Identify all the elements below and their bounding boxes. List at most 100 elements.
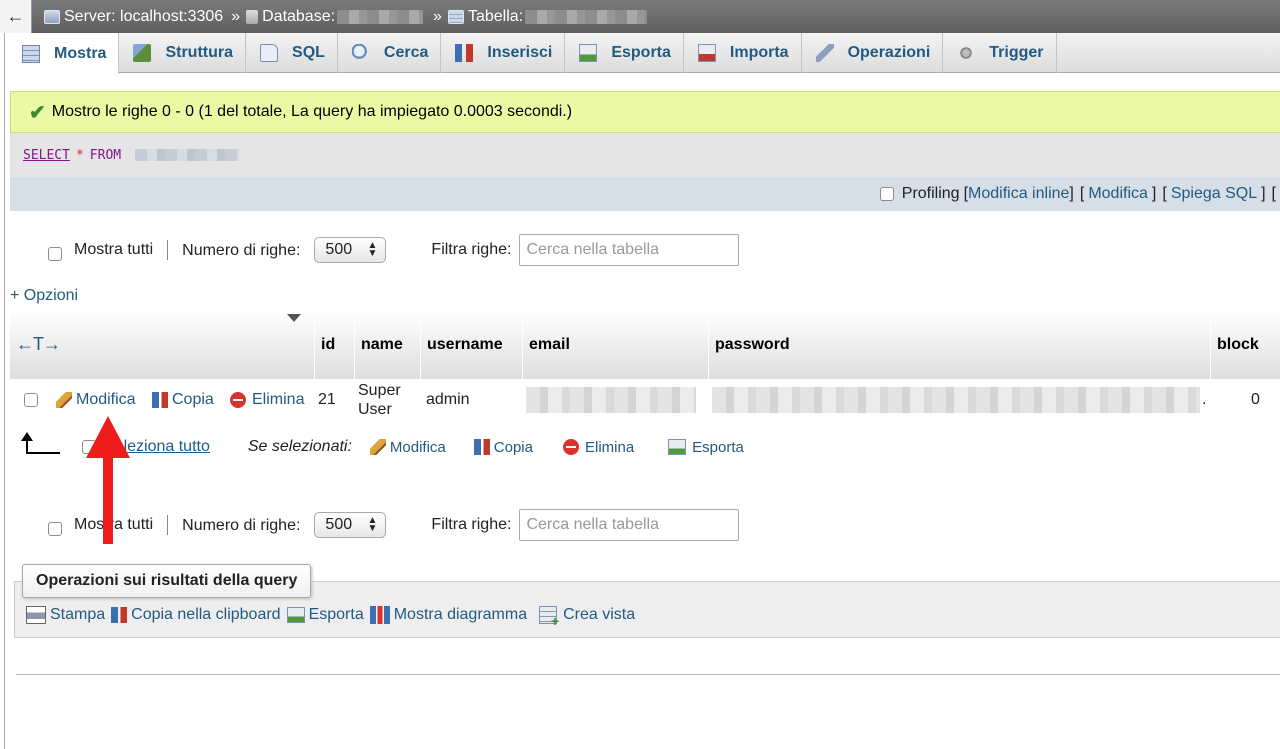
search-icon bbox=[351, 44, 370, 62]
rows-select[interactable]: 500 ▲ ▼ bbox=[314, 512, 387, 538]
export-label: Esporta bbox=[308, 606, 364, 623]
column-header-password[interactable]: password bbox=[708, 310, 1210, 380]
edit-query-link[interactable]: Modifica bbox=[1088, 185, 1148, 203]
cell-password[interactable] bbox=[712, 379, 1202, 421]
sql-keyword-select[interactable]: SELECT bbox=[23, 148, 70, 163]
page: ← Server: localhost:3306 » Database: » T… bbox=[0, 0, 1280, 749]
tab-label: Inserisci bbox=[487, 44, 553, 61]
bulk-delete-link[interactable]: Elimina bbox=[562, 439, 634, 456]
cell-username[interactable]: admin bbox=[426, 379, 470, 421]
database-icon bbox=[246, 9, 259, 24]
column-header-block[interactable]: block bbox=[1210, 310, 1280, 380]
sort-dropdown-icon[interactable] bbox=[287, 314, 301, 322]
bracket: ] bbox=[1151, 185, 1157, 202]
pencil-icon bbox=[369, 439, 386, 455]
tab-operazioni[interactable]: Operazioni bbox=[802, 33, 944, 73]
print-link[interactable]: Stampa bbox=[26, 606, 105, 624]
tab-struttura[interactable]: Struttura bbox=[119, 33, 247, 73]
profiling-checkbox[interactable] bbox=[879, 187, 894, 201]
navigation-row-bottom: Mostra tutti Numero di righe: 500 ▲ ▼ Filt… bbox=[48, 509, 740, 541]
options-link[interactable]: + Opzioni bbox=[10, 287, 78, 305]
row-delete-link[interactable]: Elimina bbox=[230, 379, 304, 421]
show-chart-link[interactable]: Mostra diagramma bbox=[369, 606, 527, 624]
success-message: ✔ Mostro le righe 0 - 0 (1 del totale, L… bbox=[10, 91, 1280, 133]
column-header-email[interactable]: email bbox=[522, 310, 708, 380]
column-header-username[interactable]: username bbox=[420, 310, 522, 380]
tab-importa[interactable]: Importa bbox=[684, 33, 802, 73]
tab-esporta[interactable]: Esporta bbox=[565, 33, 684, 73]
row-copy-link[interactable]: Copia bbox=[152, 379, 214, 421]
column-header-id[interactable]: id bbox=[314, 310, 354, 380]
profiling-bar: Profiling [Modifica inline] [Modifica] [… bbox=[10, 177, 1280, 211]
export-icon bbox=[668, 439, 687, 455]
export-link[interactable]: Esporta bbox=[286, 606, 364, 624]
bottom-divider bbox=[16, 674, 1280, 675]
row-delete-label: Elimina bbox=[252, 391, 305, 408]
tab-label: Mostra bbox=[54, 44, 107, 62]
tab-trigger[interactable]: Trigger bbox=[943, 33, 1057, 73]
filter-input[interactable]: Cerca nella tabella bbox=[519, 234, 740, 266]
if-selected-label: Se selezionati: bbox=[247, 438, 352, 455]
bulk-edit-link[interactable]: Modifica bbox=[369, 438, 446, 456]
browse-icon bbox=[22, 44, 40, 63]
back-button[interactable]: ← bbox=[0, 0, 32, 33]
copy-clipboard-link[interactable]: Copia nella clipboard bbox=[111, 606, 281, 624]
filter-input[interactable]: Cerca nella tabella bbox=[519, 509, 740, 541]
breadcrumb-separator: » bbox=[433, 7, 442, 25]
column-resize-arrows[interactable]: ←T→ bbox=[16, 334, 61, 355]
tab-label: Esporta bbox=[611, 44, 671, 61]
sql-table-name-redacted bbox=[135, 149, 240, 161]
bulk-edit-label: Modifica bbox=[389, 438, 446, 456]
cell-password-tail: . bbox=[1202, 391, 1207, 408]
copy-icon bbox=[152, 392, 168, 408]
explain-sql-link[interactable]: Spiega SQL bbox=[1171, 185, 1257, 203]
tab-label: Trigger bbox=[989, 44, 1044, 61]
bracket: [ bbox=[1079, 185, 1085, 202]
sql-keyword-from: FROM bbox=[89, 147, 122, 163]
show-all-checkbox[interactable] bbox=[48, 522, 62, 536]
cell-block[interactable]: 0 bbox=[1251, 379, 1260, 421]
tab-cerca[interactable]: Cerca bbox=[338, 33, 442, 73]
bulk-export-link[interactable]: Esporta bbox=[668, 439, 744, 456]
show-all-checkbox[interactable] bbox=[48, 247, 62, 261]
database-name-redacted bbox=[337, 9, 424, 24]
rows-select-value: 500 bbox=[325, 516, 353, 533]
bracket: ] bbox=[1261, 185, 1266, 202]
tab-label: SQL bbox=[292, 44, 325, 61]
wrench-icon bbox=[815, 44, 834, 62]
bulk-copy-link[interactable]: Copia bbox=[473, 439, 533, 456]
breadcrumb-database[interactable]: Database: » bbox=[246, 8, 448, 26]
breadcrumb-bar: ← Server: localhost:3306 » Database: » T… bbox=[0, 0, 1280, 33]
pencil-icon bbox=[56, 392, 72, 408]
tab-sql[interactable]: SQL bbox=[246, 33, 338, 73]
breadcrumb-table[interactable]: Tabella: bbox=[447, 8, 649, 26]
row-edit-link[interactable]: Modifica bbox=[56, 379, 136, 421]
cell-id[interactable]: 21 bbox=[318, 379, 336, 421]
cell-name[interactable]: Super User bbox=[358, 379, 416, 421]
copy-clipboard-label: Copia nella clipboard bbox=[131, 606, 281, 623]
tab-bar: Mostra Struttura SQL Cerca Inserisci Esp… bbox=[8, 33, 1280, 74]
tab-label: Importa bbox=[729, 44, 789, 61]
query-operations-legend: Operazioni sui risultati della query bbox=[22, 564, 312, 598]
divider bbox=[167, 240, 169, 260]
cell-email[interactable] bbox=[526, 379, 696, 421]
table-row: Modifica Copia Elimina 21 Super User adm… bbox=[10, 379, 1280, 421]
export-icon bbox=[286, 607, 305, 623]
breadcrumb-server-label: Server: localhost:3306 bbox=[64, 7, 224, 25]
print-label: Stampa bbox=[50, 606, 106, 623]
tab-mostra[interactable]: Mostra bbox=[8, 33, 120, 74]
column-header-name[interactable]: name bbox=[354, 310, 422, 380]
breadcrumb-server[interactable]: Server: localhost:3306 » bbox=[44, 8, 246, 26]
create-view-icon bbox=[539, 606, 559, 629]
bulk-export-label: Esporta bbox=[692, 438, 744, 456]
row-checkbox[interactable] bbox=[24, 393, 38, 407]
select-arrow-icon bbox=[21, 432, 60, 454]
rows-select[interactable]: 500 ▲ ▼ bbox=[314, 237, 387, 263]
row-copy-label: Copia bbox=[172, 391, 214, 408]
annotation-arrow-shaft bbox=[103, 452, 113, 544]
inline-edit-link[interactable]: Modifica inline bbox=[968, 185, 1069, 203]
tab-inserisci[interactable]: Inserisci bbox=[441, 33, 566, 73]
left-border bbox=[4, 33, 5, 749]
breadcrumb-separator: » bbox=[231, 7, 241, 25]
create-view-link[interactable]: Crea vista bbox=[539, 606, 635, 629]
